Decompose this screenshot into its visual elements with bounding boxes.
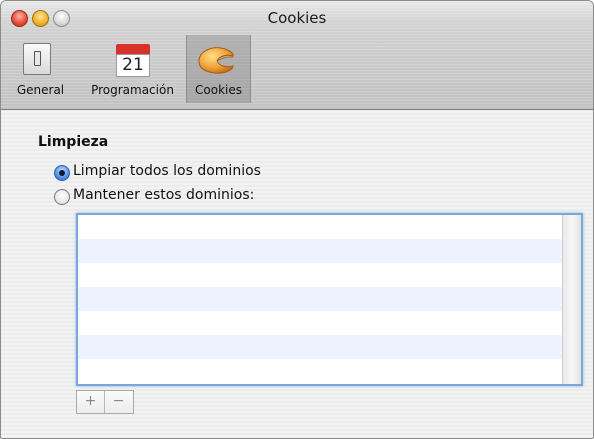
calendar-icon-header	[116, 44, 150, 54]
preferences-window: Cookies General 21 Programación Cookies …	[0, 0, 594, 439]
domains-list[interactable]	[76, 213, 583, 386]
list-row	[78, 263, 581, 287]
list-row	[78, 311, 581, 335]
radio-clear-all-label: Limpiar todos los dominios	[73, 163, 261, 179]
list-scrollbar[interactable]	[562, 215, 581, 384]
calendar-icon: 21	[116, 44, 150, 77]
list-row	[78, 359, 581, 383]
list-row	[78, 239, 581, 263]
toolbar-cookies-button[interactable]: Cookies	[186, 35, 251, 103]
list-row	[78, 287, 581, 311]
list-button-group: + −	[76, 390, 134, 414]
toolbar-schedule-button[interactable]: 21 Programación	[82, 35, 183, 103]
toolbar-general-button[interactable]: General	[1, 35, 80, 103]
list-row	[78, 215, 581, 239]
calendar-icon-day: 21	[122, 55, 144, 75]
toolbar-general-label: General	[16, 83, 65, 97]
list-row	[78, 335, 581, 359]
fortune-cookie-icon	[198, 47, 234, 74]
cleanup-section-title: Limpieza	[38, 134, 109, 150]
toolbar-schedule-label: Programación	[91, 83, 174, 97]
add-domain-button[interactable]: +	[77, 391, 105, 413]
toolbar-cookies-label: Cookies	[195, 83, 242, 97]
radio-keep-domains-label: Mantener estos dominios:	[73, 187, 255, 203]
switch-icon	[23, 43, 51, 75]
radio-selected-icon[interactable]	[54, 165, 70, 181]
window-title: Cookies	[267, 9, 327, 27]
titlebar-toolbar: Cookies General 21 Programación Cookies	[1, 1, 593, 110]
radio-unselected-icon[interactable]	[54, 189, 70, 205]
remove-domain-button[interactable]: −	[105, 391, 132, 413]
